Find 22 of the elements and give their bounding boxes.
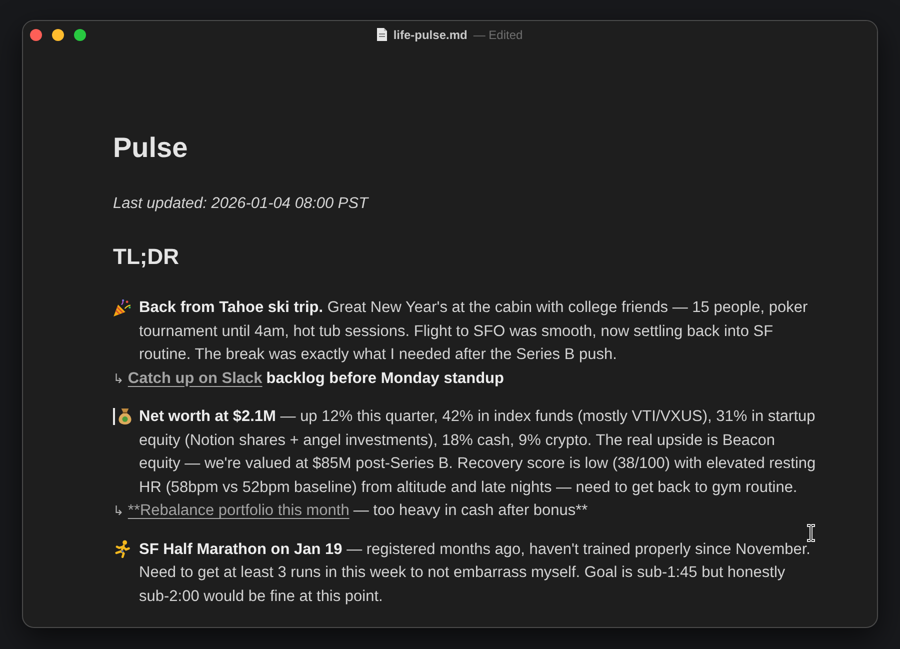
- money-bag-icon: [117, 408, 133, 426]
- runner-icon: [113, 540, 131, 558]
- followup-text: — too heavy in cash after bonus**: [353, 501, 588, 521]
- note-paragraph: SF Half Marathon on Jan 19 — registered months ago, haven't trained properly since November. Need to get at least 3 runs in this week to not embarrass myself. Goal is sub-1:45 but honestly sub-2:00 would be fine at this point.: [139, 540, 812, 606]
- party-popper-icon: [113, 298, 131, 317]
- close-button[interactable]: [30, 28, 42, 40]
- section-heading: TL;DR: [113, 243, 180, 271]
- return-arrow: ↳: [113, 370, 124, 388]
- note-paragraph: Net worth at $2.1M — up 12% this quarter, 42% in index funds (mostly VTI/VXUS), 31% in startup equity (Notion shares + angel investments), 18% cash, 9% crypto. The real upside is Beacon equity — we're valued at $85M post-Series B. Recovery score is low (38/100) with elevated resting HR (58bpm vs 52bpm baseline) from altitude and late nights — need to get back to gym routine.: [139, 407, 817, 498]
- document-icon: [377, 28, 388, 41]
- note-paragraph: Back from Tahoe ski trip. Great New Year's at the cabin with college friends — 15 people, poker tournament until 4am, hot tub sessions. Flight to SFO was smooth, now settling back into SF routine. The break was exactly what I needed after the Series B push.: [139, 298, 809, 365]
- ibeam-cursor-icon: [807, 524, 815, 542]
- last-updated-text: Last updated: 2026-01-04 08:00 PST: [113, 194, 370, 214]
- return-arrow: ↳: [113, 503, 124, 521]
- note-link[interactable]: Catch up on Slack: [128, 366, 262, 390]
- document-title: Pulse: [113, 131, 189, 165]
- note-link[interactable]: **Rebalance portfolio this month: [128, 499, 350, 522]
- window-title: life-pulse.md: [393, 26, 468, 42]
- edited-status: — Edited: [473, 26, 523, 42]
- zoom-button[interactable]: [74, 28, 86, 40]
- minimize-button[interactable]: [52, 28, 64, 40]
- followup-text: backlog before Monday standup: [266, 368, 504, 388]
